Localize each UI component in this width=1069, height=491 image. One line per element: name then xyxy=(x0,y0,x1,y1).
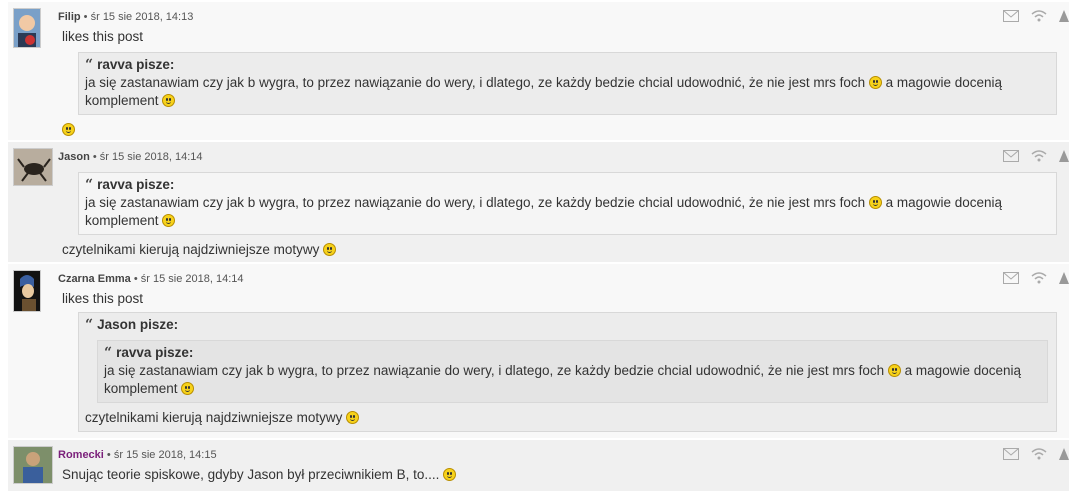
avatar[interactable] xyxy=(13,148,53,186)
quote-author: ravva pisze: xyxy=(116,345,194,360)
wink-smiley-icon xyxy=(887,364,901,377)
post-date: śr 15 sie 2018, 14:13 xyxy=(90,11,194,23)
quote-text: ja się zastanawiam czy jak b wygra, to p… xyxy=(104,363,885,378)
outer-quote-block: “Jason pisze: “ravva pisze: ja się zasta… xyxy=(78,312,1057,432)
grin-smiley-icon xyxy=(181,382,195,395)
quote-reply-text: czytelnikami kierują najdziwniejsze moty… xyxy=(85,410,343,425)
warning-icon[interactable] xyxy=(1059,10,1069,22)
quote-block: “ravva pisze: ja się zastanawiam czy jak… xyxy=(78,52,1057,115)
post-meta: Jason • śr 15 sie 2018, 14:14 xyxy=(58,151,203,163)
wifi-icon[interactable] xyxy=(1031,448,1047,460)
inner-quote-block: “ravva pisze: ja się zastanawiam czy jak… xyxy=(97,340,1048,403)
post-actions xyxy=(1003,10,1069,22)
warning-icon[interactable] xyxy=(1059,150,1069,162)
reply-text: Snując teorie spiskowe, gdyby Jason był … xyxy=(62,467,440,482)
quote-author: ravva pisze: xyxy=(97,177,175,192)
reply-text: czytelnikami kierują najdziwniejsze moty… xyxy=(62,242,320,257)
wifi-icon[interactable] xyxy=(1031,150,1047,162)
post-actions xyxy=(1003,150,1069,162)
post-date: śr 15 sie 2018, 14:14 xyxy=(140,273,244,285)
post-romecki: Romecki • śr 15 sie 2018, 14:15 Snując t… xyxy=(8,440,1069,491)
author-name[interactable]: Czarna Emma xyxy=(58,273,131,285)
mail-icon[interactable] xyxy=(1003,272,1019,284)
like-text: likes this post xyxy=(62,291,144,306)
post-meta: Czarna Emma • śr 15 sie 2018, 14:14 xyxy=(58,273,244,285)
quote-text: ja się zastanawiam czy jak b wygra, to p… xyxy=(85,195,866,210)
tongue-smiley-icon xyxy=(323,243,337,256)
post-actions xyxy=(1003,448,1069,460)
avatar[interactable] xyxy=(13,270,41,312)
wifi-icon[interactable] xyxy=(1031,10,1047,22)
quote-mark-icon: “ xyxy=(104,345,113,361)
warning-icon[interactable] xyxy=(1059,272,1069,284)
post-czarna-emma: Czarna Emma • śr 15 sie 2018, 14:14 like… xyxy=(8,264,1069,438)
mail-icon[interactable] xyxy=(1003,448,1019,460)
warning-icon[interactable] xyxy=(1059,448,1069,460)
post-filip: Filip • śr 15 sie 2018, 14:13 likes this… xyxy=(8,2,1069,140)
author-name[interactable]: Filip xyxy=(58,11,81,23)
like-text: likes this post xyxy=(62,29,144,44)
author-name[interactable]: Jason xyxy=(58,151,90,163)
post-meta: Filip • śr 15 sie 2018, 14:13 xyxy=(58,11,194,23)
mail-icon[interactable] xyxy=(1003,10,1019,22)
avatar[interactable] xyxy=(13,8,41,48)
quote-mark-icon: “ xyxy=(85,317,94,333)
tongue-smiley-icon xyxy=(443,468,457,481)
avatar[interactable] xyxy=(13,446,53,484)
post-date: śr 15 sie 2018, 14:14 xyxy=(99,151,203,163)
author-name[interactable]: Romecki xyxy=(58,449,104,461)
quote-mark-icon: “ xyxy=(85,177,94,193)
grin-smiley-icon xyxy=(162,214,176,227)
quote-author: ravva pisze: xyxy=(97,57,175,72)
wink-smiley-icon xyxy=(868,196,882,209)
quote-mark-icon: “ xyxy=(85,57,94,73)
wifi-icon[interactable] xyxy=(1031,272,1047,284)
post-date: śr 15 sie 2018, 14:15 xyxy=(113,449,217,461)
grin-smiley-icon xyxy=(162,94,176,107)
post-jason: Jason • śr 15 sie 2018, 14:14 “ravva pis… xyxy=(8,142,1069,262)
wink-smiley-icon xyxy=(62,123,75,136)
post-actions xyxy=(1003,272,1069,284)
quote-author: Jason pisze: xyxy=(97,317,179,332)
wink-smiley-icon xyxy=(868,76,882,89)
tongue-smiley-icon xyxy=(346,411,360,424)
post-meta: Romecki • śr 15 sie 2018, 14:15 xyxy=(58,449,217,461)
quote-block: “ravva pisze: ja się zastanawiam czy jak… xyxy=(78,172,1057,235)
quote-text: ja się zastanawiam czy jak b wygra, to p… xyxy=(85,75,866,90)
mail-icon[interactable] xyxy=(1003,150,1019,162)
